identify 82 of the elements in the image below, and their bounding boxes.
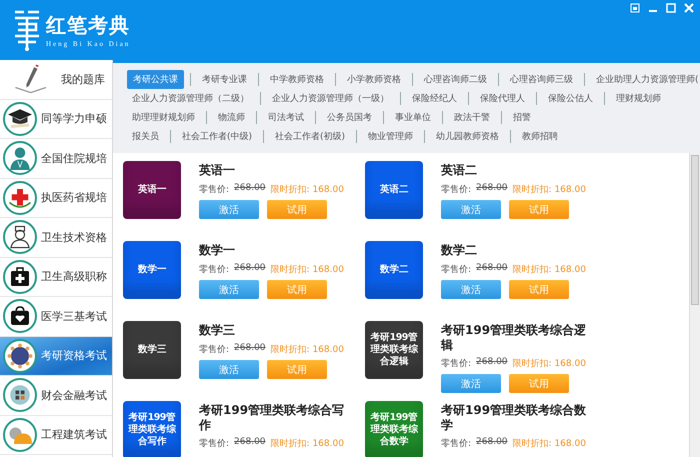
original-price: 268.00 — [476, 437, 508, 449]
sidebar-item[interactable]: 考研资格考试 — [0, 336, 112, 376]
discount-price: 限时折扣: 168.00 — [270, 344, 344, 356]
category-tab[interactable]: 幼儿园教师资格 — [431, 128, 504, 145]
sidebar-item[interactable]: 医学三基考试 — [0, 297, 112, 336]
category-tab[interactable]: 考研专业课 — [197, 71, 252, 88]
category-tab[interactable]: 招警 — [508, 109, 536, 126]
category-tab[interactable]: 物业管理师 — [363, 128, 418, 145]
sidebar-item[interactable]: 财会金融考试 — [0, 376, 112, 416]
book-cover[interactable]: 数学三 — [123, 321, 181, 379]
original-price: 268.00 — [234, 183, 266, 195]
category-tab[interactable]: 企业助理人力资源管理师( — [591, 71, 700, 88]
book-cover[interactable]: 考研199管理类联考综合写作 — [123, 401, 181, 457]
book-cover[interactable]: 数学二 — [365, 241, 423, 299]
category-tab[interactable]: 助理理财规划师 — [127, 109, 200, 126]
category-tab[interactable]: 企业人力资源管理师（二级） — [127, 90, 254, 107]
category-tab[interactable]: 理财规划师 — [611, 90, 666, 107]
price-label: 零售价: — [199, 264, 230, 276]
product-title: 数学二 — [441, 243, 478, 259]
category-tab[interactable]: 小学教师资格 — [342, 71, 406, 88]
category-tab[interactable]: 保险代理人 — [475, 90, 530, 107]
category-tab[interactable]: 心理咨询师二级 — [419, 71, 492, 88]
close-icon[interactable] — [684, 3, 694, 13]
sidebar-item[interactable]: 全国住院规培 — [0, 139, 112, 178]
price-label: 零售价: — [199, 438, 230, 450]
price-label: 零售价: — [441, 358, 472, 370]
app-title: 红笔考典 — [46, 12, 130, 39]
sidebar-item[interactable]: 卫生高级职称 — [0, 258, 112, 297]
original-price: 268.00 — [234, 437, 266, 449]
discount-price: 限时折扣: 168.00 — [512, 184, 586, 196]
discount-price: 限时折扣: 168.00 — [270, 438, 344, 450]
original-price: 268.00 — [234, 343, 266, 355]
category-tab[interactable]: 公务员国考 — [322, 109, 377, 126]
price-label: 零售价: — [441, 264, 472, 276]
discount-price: 限时折扣: 168.00 — [512, 264, 586, 276]
category-tab[interactable]: 教师招聘 — [517, 128, 564, 145]
product-title: 考研199管理类联考综合写作 — [199, 403, 346, 433]
category-tab[interactable]: 物流师 — [213, 109, 250, 126]
sidebar-item[interactable]: 卫生技术资格 — [0, 218, 112, 258]
mini-mode-icon[interactable] — [630, 3, 640, 13]
category-tab[interactable]: 报关员 — [127, 128, 164, 145]
book-cover[interactable]: 英语二 — [365, 161, 423, 219]
category-tab[interactable]: 中学教师资格 — [265, 71, 329, 88]
category-tab[interactable]: 考研公共课 — [127, 70, 184, 89]
price-label: 零售价: — [199, 184, 230, 196]
sidebar-item[interactable]: 同等学力申硕 — [0, 100, 112, 139]
product-title: 考研199管理类联考综合数学 — [441, 403, 588, 433]
category-tab[interactable]: 心理咨询师三级 — [505, 71, 578, 88]
category-tab[interactable]: 司法考试 — [263, 109, 309, 126]
book-cover[interactable]: 数学一 — [123, 241, 181, 299]
maximize-icon[interactable] — [666, 3, 676, 13]
category-tab[interactable]: 保险公估人 — [543, 90, 598, 107]
discount-price: 限时折扣: 168.00 — [512, 358, 586, 370]
original-price: 268.00 — [476, 357, 508, 369]
category-tab[interactable]: 企业人力资源管理师（一级） — [267, 90, 394, 107]
category-tab[interactable]: 政法干警 — [449, 109, 495, 126]
product-title: 考研199管理类联考综合逻辑 — [441, 323, 588, 353]
sidebar-item[interactable]: 工程建筑考试 — [0, 416, 112, 455]
product-title: 英语二 — [441, 163, 478, 179]
sidebar-item[interactable]: 我的题库 — [0, 60, 112, 100]
book-cover[interactable]: 考研199管理类联考综合数学 — [365, 401, 423, 457]
product-title: 数学一 — [199, 243, 236, 259]
price-label: 零售价: — [441, 438, 472, 450]
category-tab[interactable]: 保险经纪人 — [407, 90, 462, 107]
price-label: 零售价: — [441, 184, 472, 196]
category-tab[interactable]: 社会工作者(初级) — [270, 128, 350, 145]
original-price: 268.00 — [234, 263, 266, 275]
price-label: 零售价: — [199, 344, 230, 356]
discount-price: 限时折扣: 168.00 — [270, 184, 344, 196]
original-price: 268.00 — [476, 183, 508, 195]
product-title: 数学三 — [199, 323, 236, 339]
book-cover[interactable]: 考研199管理类联考综合逻辑 — [365, 321, 423, 379]
category-tab[interactable]: 事业单位 — [390, 109, 436, 126]
pen-logo-icon — [12, 8, 42, 52]
scrollbar-thumb[interactable] — [691, 155, 699, 305]
discount-price: 限时折扣: 168.00 — [512, 438, 586, 450]
category-tab[interactable]: 社会工作者(中级) — [177, 128, 258, 145]
sidebar-item[interactable]: 执医药省规培 — [0, 178, 112, 218]
product-title: 英语一 — [199, 163, 236, 179]
original-price: 268.00 — [476, 263, 508, 275]
discount-price: 限时折扣: 168.00 — [270, 264, 344, 276]
book-cover[interactable]: 英语一 — [123, 161, 181, 219]
